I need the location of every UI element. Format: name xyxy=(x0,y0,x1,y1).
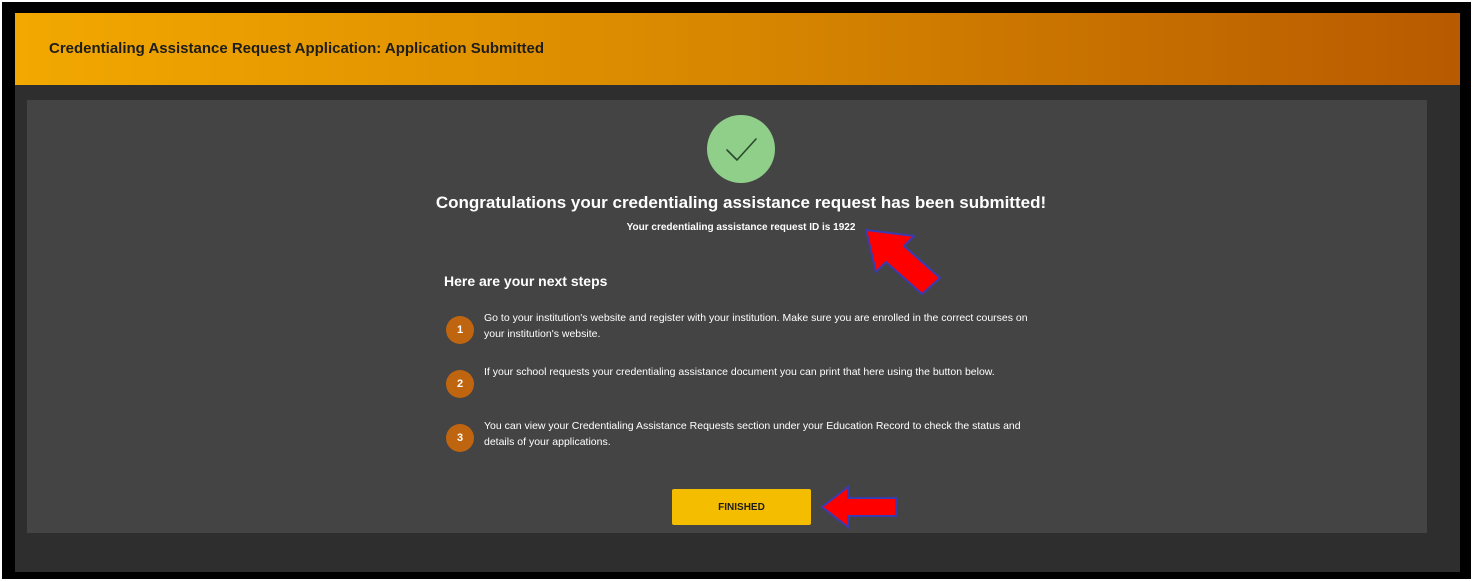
annotation-arrow-icon xyxy=(820,485,897,529)
finished-button[interactable]: FINISHED xyxy=(672,489,811,525)
page-header: Credentialing Assistance Request Applica… xyxy=(15,13,1460,85)
step-text: If your school requests your credentiali… xyxy=(484,366,995,378)
page-title: Credentialing Assistance Request Applica… xyxy=(49,40,545,57)
step-text: Go to your institution's website and reg… xyxy=(484,312,1028,340)
step-number-badge: 1 xyxy=(446,316,474,344)
success-badge xyxy=(707,115,775,183)
step-number-badge: 3 xyxy=(446,424,474,452)
step-number-badge: 2 xyxy=(446,370,474,398)
confirmation-panel: Congratulations your credentialing assis… xyxy=(27,100,1427,533)
check-icon xyxy=(726,138,757,161)
page-container: Credentialing Assistance Request Applica… xyxy=(15,13,1460,572)
annotation-arrow-icon xyxy=(864,228,942,296)
request-id-text: Your credentialing assistance request ID… xyxy=(626,222,856,233)
window-frame: Credentialing Assistance Request Applica… xyxy=(2,2,1471,579)
next-steps-heading: Here are your next steps xyxy=(444,273,608,289)
step-text: You can view your Credentialing Assistan… xyxy=(484,420,1021,448)
confirmation-headline: Congratulations your credentialing assis… xyxy=(435,193,1047,212)
